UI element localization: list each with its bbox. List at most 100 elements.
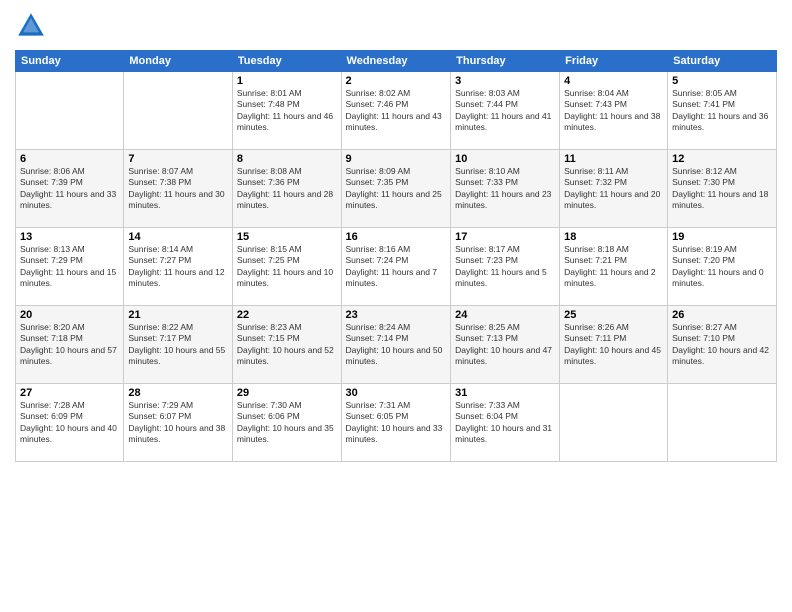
day-info: Sunrise: 8:06 AM Sunset: 7:39 PM Dayligh… <box>20 166 119 212</box>
day-info: Sunrise: 8:17 AM Sunset: 7:23 PM Dayligh… <box>455 244 555 290</box>
calendar-cell: 3Sunrise: 8:03 AM Sunset: 7:44 PM Daylig… <box>451 72 560 150</box>
day-number: 17 <box>455 231 555 243</box>
calendar-cell: 22Sunrise: 8:23 AM Sunset: 7:15 PM Dayli… <box>232 306 341 384</box>
calendar-cell <box>668 384 777 462</box>
calendar-cell: 25Sunrise: 8:26 AM Sunset: 7:11 PM Dayli… <box>560 306 668 384</box>
day-number: 30 <box>346 387 447 399</box>
day-info: Sunrise: 7:30 AM Sunset: 6:06 PM Dayligh… <box>237 400 337 446</box>
day-number: 25 <box>564 309 663 321</box>
day-info: Sunrise: 7:33 AM Sunset: 6:04 PM Dayligh… <box>455 400 555 446</box>
day-number: 22 <box>237 309 337 321</box>
day-number: 15 <box>237 231 337 243</box>
day-info: Sunrise: 8:18 AM Sunset: 7:21 PM Dayligh… <box>564 244 663 290</box>
calendar-cell: 5Sunrise: 8:05 AM Sunset: 7:41 PM Daylig… <box>668 72 777 150</box>
day-number: 12 <box>672 153 772 165</box>
day-number: 2 <box>346 75 447 87</box>
day-number: 31 <box>455 387 555 399</box>
day-number: 20 <box>20 309 119 321</box>
calendar-cell: 20Sunrise: 8:20 AM Sunset: 7:18 PM Dayli… <box>16 306 124 384</box>
day-info: Sunrise: 8:05 AM Sunset: 7:41 PM Dayligh… <box>672 88 772 134</box>
calendar-cell: 16Sunrise: 8:16 AM Sunset: 7:24 PM Dayli… <box>341 228 451 306</box>
day-number: 24 <box>455 309 555 321</box>
calendar-cell: 9Sunrise: 8:09 AM Sunset: 7:35 PM Daylig… <box>341 150 451 228</box>
calendar-cell: 28Sunrise: 7:29 AM Sunset: 6:07 PM Dayli… <box>124 384 233 462</box>
calendar-cell: 12Sunrise: 8:12 AM Sunset: 7:30 PM Dayli… <box>668 150 777 228</box>
day-info: Sunrise: 8:13 AM Sunset: 7:29 PM Dayligh… <box>20 244 119 290</box>
day-number: 9 <box>346 153 447 165</box>
calendar-cell: 8Sunrise: 8:08 AM Sunset: 7:36 PM Daylig… <box>232 150 341 228</box>
day-info: Sunrise: 8:14 AM Sunset: 7:27 PM Dayligh… <box>128 244 228 290</box>
day-info: Sunrise: 8:09 AM Sunset: 7:35 PM Dayligh… <box>346 166 447 212</box>
day-number: 28 <box>128 387 228 399</box>
header <box>15 10 777 42</box>
calendar-cell: 2Sunrise: 8:02 AM Sunset: 7:46 PM Daylig… <box>341 72 451 150</box>
calendar-cell: 21Sunrise: 8:22 AM Sunset: 7:17 PM Dayli… <box>124 306 233 384</box>
calendar-cell: 18Sunrise: 8:18 AM Sunset: 7:21 PM Dayli… <box>560 228 668 306</box>
calendar-cell <box>124 72 233 150</box>
day-number: 1 <box>237 75 337 87</box>
day-number: 13 <box>20 231 119 243</box>
day-number: 18 <box>564 231 663 243</box>
day-info: Sunrise: 8:23 AM Sunset: 7:15 PM Dayligh… <box>237 322 337 368</box>
calendar-cell: 19Sunrise: 8:19 AM Sunset: 7:20 PM Dayli… <box>668 228 777 306</box>
weekday-header-friday: Friday <box>560 51 668 72</box>
day-number: 27 <box>20 387 119 399</box>
weekday-header-thursday: Thursday <box>451 51 560 72</box>
day-info: Sunrise: 8:03 AM Sunset: 7:44 PM Dayligh… <box>455 88 555 134</box>
day-number: 8 <box>237 153 337 165</box>
weekday-header-sunday: Sunday <box>16 51 124 72</box>
day-info: Sunrise: 8:25 AM Sunset: 7:13 PM Dayligh… <box>455 322 555 368</box>
calendar-cell: 24Sunrise: 8:25 AM Sunset: 7:13 PM Dayli… <box>451 306 560 384</box>
week-row-3: 13Sunrise: 8:13 AM Sunset: 7:29 PM Dayli… <box>16 228 777 306</box>
day-number: 26 <box>672 309 772 321</box>
calendar-cell <box>16 72 124 150</box>
week-row-1: 1Sunrise: 8:01 AM Sunset: 7:48 PM Daylig… <box>16 72 777 150</box>
day-info: Sunrise: 8:26 AM Sunset: 7:11 PM Dayligh… <box>564 322 663 368</box>
calendar-cell: 27Sunrise: 7:28 AM Sunset: 6:09 PM Dayli… <box>16 384 124 462</box>
calendar-cell: 6Sunrise: 8:06 AM Sunset: 7:39 PM Daylig… <box>16 150 124 228</box>
calendar-table: SundayMondayTuesdayWednesdayThursdayFrid… <box>15 50 777 462</box>
calendar-cell: 7Sunrise: 8:07 AM Sunset: 7:38 PM Daylig… <box>124 150 233 228</box>
day-info: Sunrise: 7:29 AM Sunset: 6:07 PM Dayligh… <box>128 400 228 446</box>
day-number: 29 <box>237 387 337 399</box>
calendar-cell: 30Sunrise: 7:31 AM Sunset: 6:05 PM Dayli… <box>341 384 451 462</box>
calendar-cell: 13Sunrise: 8:13 AM Sunset: 7:29 PM Dayli… <box>16 228 124 306</box>
logo-icon <box>15 10 47 42</box>
calendar-cell: 11Sunrise: 8:11 AM Sunset: 7:32 PM Dayli… <box>560 150 668 228</box>
weekday-header-monday: Monday <box>124 51 233 72</box>
day-info: Sunrise: 8:24 AM Sunset: 7:14 PM Dayligh… <box>346 322 447 368</box>
day-number: 7 <box>128 153 228 165</box>
day-info: Sunrise: 8:20 AM Sunset: 7:18 PM Dayligh… <box>20 322 119 368</box>
day-number: 4 <box>564 75 663 87</box>
day-number: 3 <box>455 75 555 87</box>
day-info: Sunrise: 7:28 AM Sunset: 6:09 PM Dayligh… <box>20 400 119 446</box>
day-number: 23 <box>346 309 447 321</box>
day-info: Sunrise: 8:27 AM Sunset: 7:10 PM Dayligh… <box>672 322 772 368</box>
calendar-cell: 10Sunrise: 8:10 AM Sunset: 7:33 PM Dayli… <box>451 150 560 228</box>
week-row-5: 27Sunrise: 7:28 AM Sunset: 6:09 PM Dayli… <box>16 384 777 462</box>
day-info: Sunrise: 8:19 AM Sunset: 7:20 PM Dayligh… <box>672 244 772 290</box>
day-number: 21 <box>128 309 228 321</box>
day-number: 5 <box>672 75 772 87</box>
calendar-cell: 23Sunrise: 8:24 AM Sunset: 7:14 PM Dayli… <box>341 306 451 384</box>
weekday-header-saturday: Saturday <box>668 51 777 72</box>
calendar-cell: 29Sunrise: 7:30 AM Sunset: 6:06 PM Dayli… <box>232 384 341 462</box>
day-number: 11 <box>564 153 663 165</box>
calendar-cell: 15Sunrise: 8:15 AM Sunset: 7:25 PM Dayli… <box>232 228 341 306</box>
weekday-header-wednesday: Wednesday <box>341 51 451 72</box>
weekday-header-tuesday: Tuesday <box>232 51 341 72</box>
calendar-cell: 14Sunrise: 8:14 AM Sunset: 7:27 PM Dayli… <box>124 228 233 306</box>
week-row-4: 20Sunrise: 8:20 AM Sunset: 7:18 PM Dayli… <box>16 306 777 384</box>
day-number: 6 <box>20 153 119 165</box>
day-number: 19 <box>672 231 772 243</box>
day-info: Sunrise: 8:12 AM Sunset: 7:30 PM Dayligh… <box>672 166 772 212</box>
day-info: Sunrise: 8:15 AM Sunset: 7:25 PM Dayligh… <box>237 244 337 290</box>
day-info: Sunrise: 8:08 AM Sunset: 7:36 PM Dayligh… <box>237 166 337 212</box>
day-info: Sunrise: 8:02 AM Sunset: 7:46 PM Dayligh… <box>346 88 447 134</box>
day-info: Sunrise: 8:01 AM Sunset: 7:48 PM Dayligh… <box>237 88 337 134</box>
calendar-cell: 4Sunrise: 8:04 AM Sunset: 7:43 PM Daylig… <box>560 72 668 150</box>
day-info: Sunrise: 8:04 AM Sunset: 7:43 PM Dayligh… <box>564 88 663 134</box>
day-number: 14 <box>128 231 228 243</box>
calendar-cell: 31Sunrise: 7:33 AM Sunset: 6:04 PM Dayli… <box>451 384 560 462</box>
day-info: Sunrise: 8:22 AM Sunset: 7:17 PM Dayligh… <box>128 322 228 368</box>
